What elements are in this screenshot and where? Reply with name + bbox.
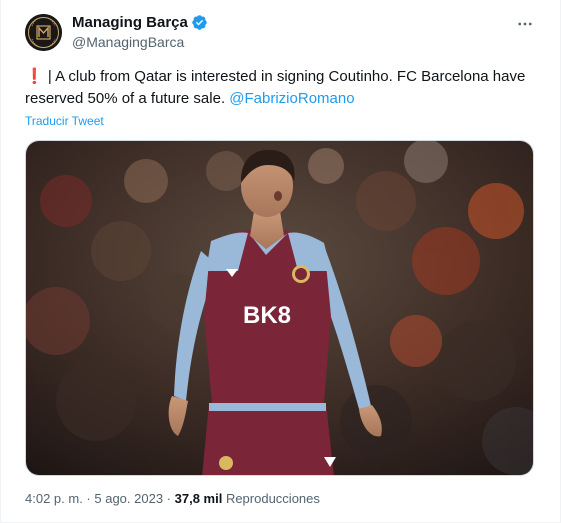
verified-badge-icon: [192, 15, 207, 30]
tweet-media-photo[interactable]: BK8: [25, 140, 534, 476]
tweet-meta: 4:02 p. m. · 5 ago. 2023 · 37,8 mil Repr…: [25, 491, 320, 506]
tweet-text: ❗ | A club from Qatar is interested in s…: [25, 66, 535, 110]
managing-barca-logo-icon: [25, 14, 62, 51]
shirt-sponsor-text: BK8: [243, 302, 291, 329]
author-avatar[interactable]: [25, 14, 62, 51]
mention-link[interactable]: @FabrizioRomano: [229, 90, 354, 107]
more-dots-icon: [518, 22, 532, 26]
player-photo-icon: BK8: [26, 141, 533, 475]
views-label: Reproducciones: [222, 491, 320, 506]
tweet-date[interactable]: 5 ago. 2023: [94, 491, 163, 506]
exclamation-emoji: ❗: [25, 68, 44, 85]
author-name-row[interactable]: Managing Barça: [72, 14, 208, 31]
author-display-name[interactable]: Managing Barça: [72, 14, 188, 31]
views-count: 37,8 mil: [174, 491, 223, 506]
more-options-button[interactable]: [513, 12, 537, 36]
author-handle[interactable]: @ManagingBarca: [72, 34, 184, 50]
meta-separator: ·: [82, 491, 95, 506]
meta-separator: ·: [163, 491, 175, 506]
tweet-time[interactable]: 4:02 p. m.: [25, 491, 83, 506]
translate-tweet-link[interactable]: Traducir Tweet: [25, 114, 104, 128]
tweet-card[interactable]: Managing Barça @ManagingBarca ❗ | A club…: [0, 0, 561, 523]
